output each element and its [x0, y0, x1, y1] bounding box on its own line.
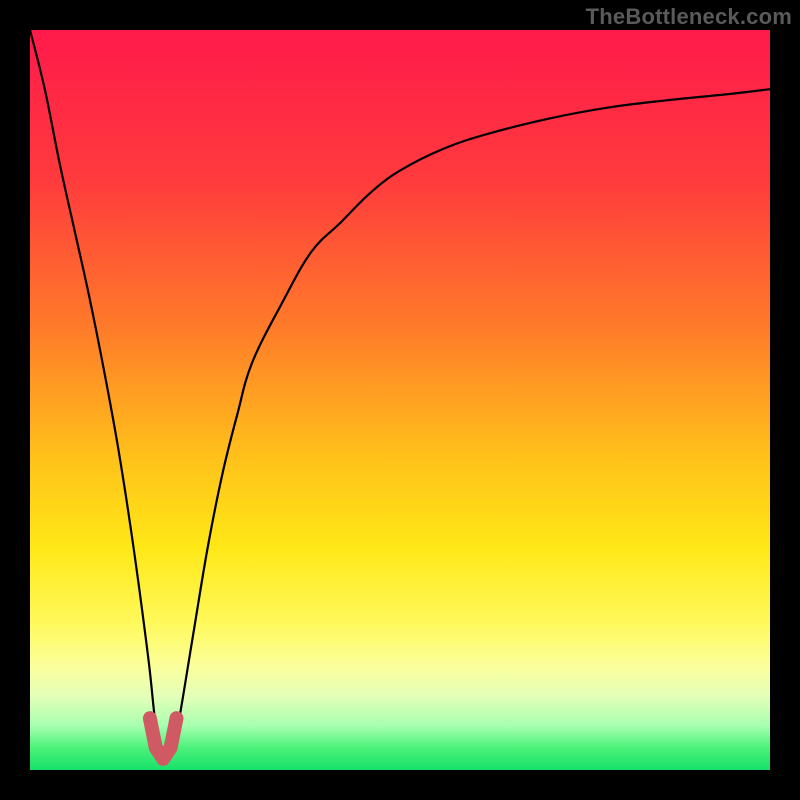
minimum-marker: [150, 718, 177, 759]
watermark-text: TheBottleneck.com: [586, 4, 792, 30]
chart-frame: TheBottleneck.com: [0, 0, 800, 800]
bottleneck-curve: [30, 30, 770, 759]
plot-area: [30, 30, 770, 770]
chart-svg: [30, 30, 770, 770]
